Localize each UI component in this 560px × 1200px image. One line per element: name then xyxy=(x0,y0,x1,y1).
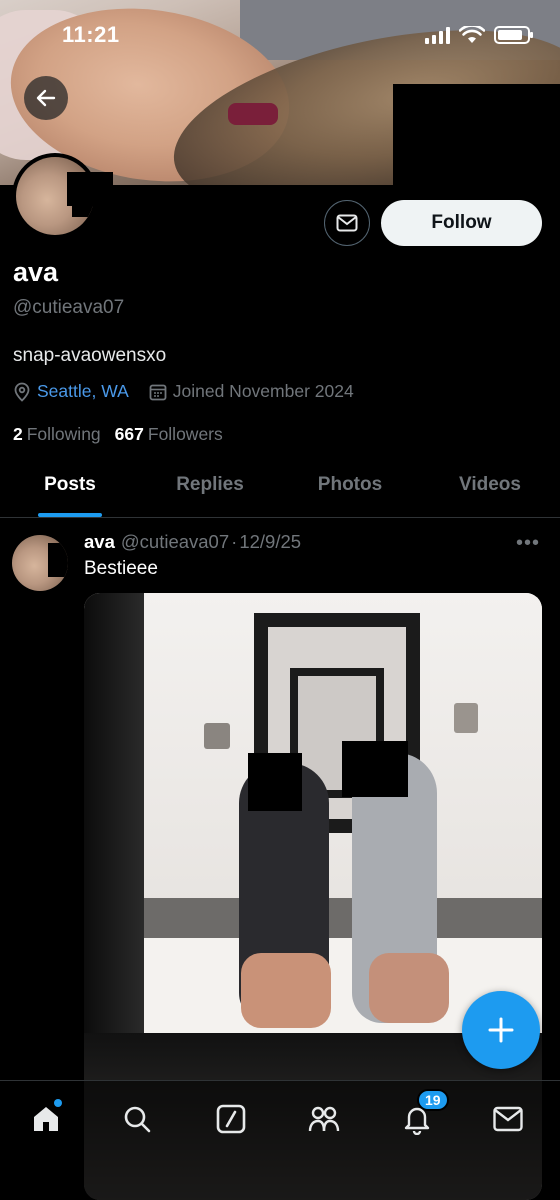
envelope-icon xyxy=(336,214,358,232)
banner-redaction xyxy=(393,84,560,185)
followers-link[interactable]: 667 Followers xyxy=(115,424,223,445)
profile-bio: snap-avaowensxo xyxy=(13,345,167,366)
plus-icon xyxy=(488,1017,514,1043)
calendar-icon xyxy=(149,384,167,400)
message-button[interactable] xyxy=(324,200,370,246)
profile-joined-date: Joined November 2024 xyxy=(172,381,354,401)
profile-location[interactable]: Seattle, WA xyxy=(37,381,129,402)
followers-label: Followers xyxy=(147,424,223,444)
search-icon xyxy=(124,1106,151,1133)
tab-replies-label: Replies xyxy=(176,474,244,495)
profile-handle: @cutieava07 xyxy=(13,297,125,318)
post-separator: · xyxy=(231,531,238,552)
tab-photos[interactable]: Photos xyxy=(280,466,420,517)
status-bar: 11:21 xyxy=(0,0,560,72)
bottom-navigation: 19 xyxy=(0,1080,560,1200)
follow-stats: 2 Following 667 Followers xyxy=(13,424,223,445)
post-author-name[interactable]: ava xyxy=(84,531,115,553)
media-redaction xyxy=(342,741,408,797)
banner-photo-detail xyxy=(228,103,278,125)
tab-videos[interactable]: Videos xyxy=(420,466,560,517)
home-icon xyxy=(34,1107,58,1131)
media-person-right-legs xyxy=(369,953,449,1023)
back-button[interactable] xyxy=(24,76,68,120)
following-link[interactable]: 2 Following xyxy=(13,424,101,445)
media-wall-sconce xyxy=(454,703,478,733)
post-header: ava @cutieava07 · 12/9/25 xyxy=(84,531,301,553)
media-person-left-legs xyxy=(241,953,331,1028)
notifications-badge: 19 xyxy=(417,1089,449,1111)
post-avatar-redaction xyxy=(48,543,68,577)
post-more-button[interactable]: ••• xyxy=(516,532,540,555)
status-icons xyxy=(425,26,533,44)
tab-posts-label: Posts xyxy=(44,474,96,495)
post-text: Bestieee xyxy=(84,558,158,579)
envelope-icon xyxy=(493,1106,523,1132)
tab-photos-label: Photos xyxy=(317,474,383,495)
tab-replies[interactable]: Replies xyxy=(140,466,280,517)
cellular-signal-icon xyxy=(425,26,450,44)
compose-button[interactable] xyxy=(462,991,540,1069)
nav-messages[interactable] xyxy=(488,1099,528,1139)
media-redaction xyxy=(248,753,302,811)
nav-notifications[interactable]: 19 xyxy=(397,1089,449,1139)
follow-button[interactable]: Follow xyxy=(381,200,542,246)
following-count: 2 xyxy=(13,424,23,444)
post-author-avatar[interactable] xyxy=(12,535,68,591)
nav-search[interactable] xyxy=(117,1099,157,1139)
home-unread-dot xyxy=(54,1099,62,1107)
active-tab-indicator xyxy=(38,513,102,517)
profile-meta: Seattle, WA Joined November 2024 xyxy=(13,381,354,402)
nav-home[interactable] xyxy=(26,1099,66,1139)
followers-count: 667 xyxy=(114,424,144,444)
grok-icon xyxy=(216,1104,246,1134)
arrow-left-icon xyxy=(36,89,56,107)
avatar-redaction-box xyxy=(67,172,113,206)
wifi-icon xyxy=(459,26,485,43)
profile-tabs: Posts Replies Photos Videos xyxy=(0,466,560,518)
location-pin-icon xyxy=(14,382,30,402)
nav-communities[interactable] xyxy=(304,1099,344,1139)
following-label: Following xyxy=(26,424,101,444)
status-time: 11:21 xyxy=(62,22,120,47)
tab-posts[interactable]: Posts xyxy=(0,466,140,517)
battery-icon xyxy=(494,26,533,44)
post-author-handle[interactable]: @cutieava07 xyxy=(121,531,229,553)
post-date[interactable]: 12/9/25 xyxy=(239,531,301,553)
communities-icon xyxy=(308,1106,340,1132)
nav-grok[interactable] xyxy=(211,1099,251,1139)
profile-display-name: ava xyxy=(13,257,59,287)
media-counter xyxy=(144,898,542,938)
media-wall-sconce xyxy=(204,723,230,749)
tab-videos-label: Videos xyxy=(459,474,521,495)
